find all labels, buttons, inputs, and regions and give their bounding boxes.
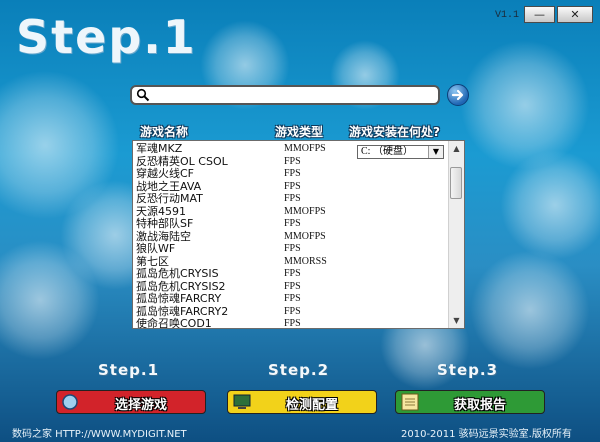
game-type: FPS	[284, 243, 301, 254]
drive-select-value: C: （硬盘）	[361, 146, 413, 157]
column-header-install: 游戏安装在何处?	[349, 125, 440, 139]
column-header-type: 游戏类型	[275, 125, 324, 139]
footer-right: 2010-2011 骇码远景实验室.版权所有	[401, 429, 572, 440]
game-type: FPS	[284, 155, 301, 167]
game-row[interactable]: 孤岛惊魂FARCRY FPS	[136, 292, 446, 306]
game-row[interactable]: 特种部队SF FPS	[136, 217, 446, 231]
game-type: FPS	[284, 268, 301, 279]
scroll-down-icon[interactable]: ▼	[449, 313, 464, 328]
column-header-name: 游戏名称	[140, 125, 189, 139]
game-type: FPS	[284, 218, 301, 229]
version-label: V1.1	[495, 10, 520, 21]
game-type: MMOFPS	[284, 143, 326, 154]
step-1-label: Step.1	[98, 361, 160, 379]
arrow-right-icon	[451, 89, 464, 101]
search-go-button[interactable]	[447, 84, 469, 106]
search-icon	[136, 88, 150, 102]
game-type: FPS	[284, 193, 301, 204]
game-row[interactable]: 反恐行动MAT FPS	[136, 192, 446, 206]
game-type: MMORSS	[284, 255, 327, 267]
drive-select[interactable]: C: （硬盘） ▼	[357, 145, 444, 159]
chevron-down-icon[interactable]: ▼	[428, 146, 443, 158]
game-name: 孤岛惊魂FARCRY	[136, 292, 222, 305]
game-type: FPS	[284, 168, 301, 179]
check-config-button[interactable]: 检测配置	[227, 390, 377, 414]
step-3-label: Step.3	[437, 361, 499, 379]
scrollbar-thumb[interactable]	[450, 167, 462, 199]
game-row[interactable]: 使命召唤COD1 FPS	[136, 317, 446, 329]
search-field[interactable]	[130, 85, 440, 105]
get-report-button[interactable]: 获取报告	[395, 390, 545, 414]
game-name: 特种部队SF	[136, 217, 194, 230]
minimize-button[interactable]: —	[524, 6, 555, 23]
select-game-button[interactable]: 选择游戏	[56, 390, 206, 414]
game-list[interactable]: 军魂MKZ MMOFPS 反恐精英OL CSOL FPS 穿越火线CF FPS 战地之王AV…	[132, 140, 465, 329]
page-title: Step.1	[16, 10, 197, 64]
game-type: MMOFPS	[284, 230, 326, 242]
game-name: 穿越火线CF	[136, 167, 195, 180]
game-row[interactable]: 狼队WF FPS	[136, 242, 446, 256]
game-type: MMOFPS	[284, 205, 326, 217]
search-input[interactable]	[152, 87, 436, 105]
game-type: FPS	[284, 180, 301, 192]
select-game-label: 选择游戏	[114, 398, 167, 413]
game-type: FPS	[284, 318, 301, 329]
game-name: 使命召唤COD1	[136, 317, 212, 329]
game-type: FPS	[284, 293, 301, 304]
game-name: 反恐行动MAT	[136, 192, 203, 205]
game-rows: 军魂MKZ MMOFPS 反恐精英OL CSOL FPS 穿越火线CF FPS 战地之王AV…	[136, 142, 446, 329]
footer-left: 数码之家 HTTP://WWW.MYDIGIT.NET	[12, 429, 187, 440]
game-name: 孤岛危机CRYSIS	[136, 267, 219, 280]
game-row[interactable]: 激战海陆空 MMOFPS	[136, 230, 446, 244]
list-scrollbar[interactable]: ▲ ▼	[448, 141, 464, 328]
game-row[interactable]: 孤岛危机CRYSIS FPS	[136, 267, 446, 281]
game-name: 军魂MKZ	[136, 142, 183, 155]
game-type: FPS	[284, 305, 301, 317]
game-type: FPS	[284, 280, 301, 292]
step-2-label: Step.2	[268, 361, 330, 379]
main-window: Step.1 V1.1 — ✕ 游戏名称 游戏类型 游戏安装在何处? 军魂MKZ…	[0, 0, 600, 442]
check-config-label: 检测配置	[285, 398, 338, 413]
game-name: 狼队WF	[136, 242, 176, 255]
get-report-label: 获取报告	[453, 398, 506, 413]
game-row[interactable]: 穿越火线CF FPS	[136, 167, 446, 181]
close-button[interactable]: ✕	[557, 6, 593, 23]
scroll-up-icon[interactable]: ▲	[449, 141, 464, 156]
